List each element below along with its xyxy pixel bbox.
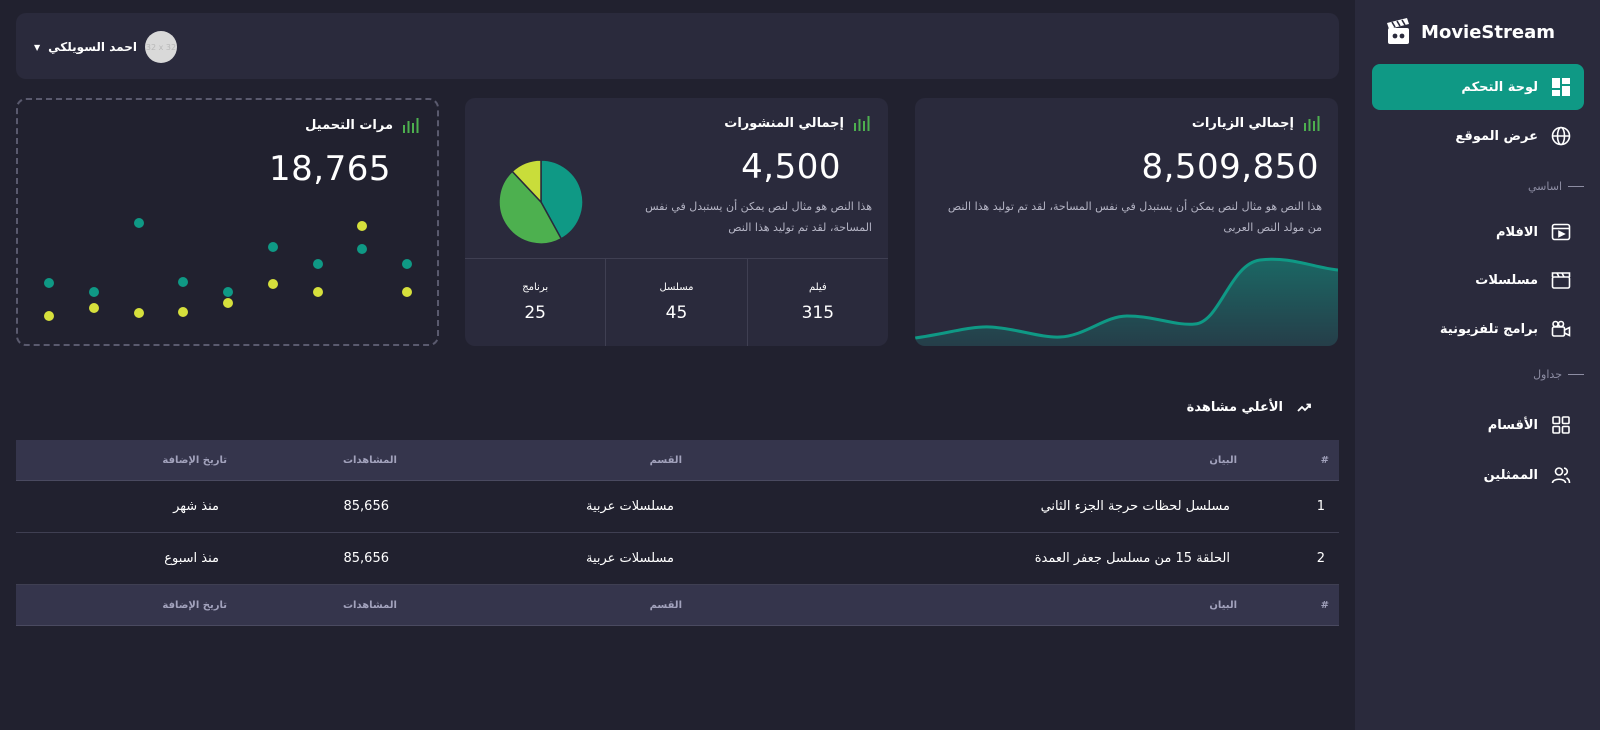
sidebar-section-tables: جداول <box>1533 368 1584 381</box>
row-index: 2 <box>1316 551 1325 566</box>
card-title-row: إجمالي الزيارات <box>1192 115 1320 131</box>
card-title-row: إجمالي المنشورات <box>724 115 870 131</box>
sidebar-item-label: الممثلين <box>1483 467 1538 483</box>
brand[interactable]: MovieStream <box>1385 14 1555 50</box>
column-header[interactable]: تاريخ الإضافة <box>162 455 227 466</box>
user-menu[interactable]: ▼ احمد السويلكي 32 x 32 <box>34 31 177 63</box>
clapperboard-icon <box>1550 269 1572 291</box>
stat-label: برنامج <box>522 282 549 293</box>
downloads-dumbbell-chart <box>44 218 412 321</box>
table-footer: # البيان القسم المشاهدات تاريخ الإضافة <box>16 585 1339 626</box>
section-label-text: جداول <box>1533 368 1562 381</box>
user-name: احمد السويلكي <box>48 40 137 54</box>
top-watched-table: # البيان القسم المشاهدات تاريخ الإضافة 1… <box>16 440 1339 626</box>
sidebar-item-dashboard[interactable]: لوحة التحكم <box>1372 64 1584 110</box>
card-title: إجمالي الزيارات <box>1191 115 1294 131</box>
dashboard-icon <box>1550 76 1572 98</box>
posts-card: إجمالي المنشورات 4,500 هذا النص هو مثال … <box>465 98 888 346</box>
caret-down-icon[interactable]: ▼ <box>34 43 40 52</box>
card-title: إجمالي المنشورات <box>724 115 844 131</box>
column-footer: البيان <box>1209 599 1237 611</box>
trending-up-icon <box>1297 403 1311 412</box>
bar-chart-icon <box>854 116 870 131</box>
sidebar-item-series[interactable]: مسلسلات <box>1372 257 1584 303</box>
visits-total: 8,509,850 <box>1141 147 1319 187</box>
stat-label: مسلسل <box>659 282 694 293</box>
row-views: 85,656 <box>343 551 390 566</box>
sidebar-item-label: عرض الموقع <box>1455 128 1538 144</box>
bar-chart-icon <box>1304 116 1320 131</box>
row-date: منذ شهر <box>173 499 219 514</box>
clapperboard-logo-icon <box>1387 18 1410 44</box>
sidebar-section-basic: اساسي <box>1528 180 1584 193</box>
sidebar-item-actors[interactable]: الممثلين <box>1372 452 1584 498</box>
row-title: الحلقة 15 من مسلسل جعفر العمدة <box>1034 551 1230 566</box>
column-footer: # <box>1320 599 1329 611</box>
stat-programs: برنامج 25 <box>465 259 605 346</box>
video-camera-icon <box>1550 318 1572 340</box>
column-footer: المشاهدات <box>342 599 397 611</box>
column-header[interactable]: المشاهدات <box>343 455 397 466</box>
column-header[interactable]: البيان <box>1209 455 1237 466</box>
grid-icon <box>1550 414 1572 436</box>
visits-area-chart <box>915 257 1338 346</box>
column-footer: تاريخ الإضافة <box>162 599 227 611</box>
stat-value: 25 <box>524 303 546 323</box>
table-row[interactable]: 1 مسلسل لحظات حرجة الجزء الثاني مسلسلات … <box>16 481 1339 533</box>
stat-series: مسلسل 45 <box>605 259 746 346</box>
users-icon <box>1550 464 1572 486</box>
row-index: 1 <box>1316 499 1325 514</box>
downloads-card: مرات التحميل 18,765 <box>16 98 439 346</box>
card-description: هذا النص هو مثال لنص يمكن أن يستبدل في ن… <box>947 200 1322 234</box>
row-category: مسلسلات عربية <box>585 499 674 514</box>
film-icon <box>1550 221 1572 243</box>
visits-card: إجمالي الزيارات 8,509,850 هذا النص هو مث… <box>915 98 1338 346</box>
sidebar-item-tv-programs[interactable]: برامج تلفزيونية <box>1372 306 1584 352</box>
avatar[interactable]: 32 x 32 <box>144 31 177 63</box>
column-header[interactable]: # <box>1321 455 1329 466</box>
topbar: ▼ احمد السويلكي 32 x 32 <box>16 13 1339 79</box>
row-date: منذ اسبوع <box>164 551 219 566</box>
sidebar-item-label: مسلسلات <box>1475 272 1538 288</box>
table-row[interactable]: 2 الحلقة 15 من مسلسل جعفر العمدة مسلسلات… <box>16 533 1339 585</box>
posts-total: 4,500 <box>741 147 841 187</box>
column-footer: القسم <box>649 599 682 611</box>
section-title: الأعلي مشاهدة <box>1186 400 1283 415</box>
brand-name: MovieStream <box>1421 21 1555 43</box>
divider <box>1568 186 1584 187</box>
sidebar-item-movies[interactable]: الافلام <box>1372 209 1584 255</box>
sidebar-item-label: الافلام <box>1495 224 1538 240</box>
column-header[interactable]: القسم <box>650 455 682 466</box>
row-category: مسلسلات عربية <box>585 551 674 566</box>
stat-value: 45 <box>665 303 688 323</box>
sidebar: MovieStream لوحة التحكم عرض الموقع اساسي… <box>1355 0 1600 730</box>
row-title: مسلسل لحظات حرجة الجزء الثاني <box>1040 499 1230 514</box>
globe-icon <box>1550 125 1572 147</box>
stat-movies: فيلم 315 <box>746 259 888 346</box>
sidebar-item-label: الأقسام <box>1487 417 1538 433</box>
card-description: هذا النص هو مثال لنص يمكن أن يستبدل في ن… <box>645 200 872 234</box>
posts-pie-chart <box>498 159 584 245</box>
table-header: # البيان القسم المشاهدات تاريخ الإضافة <box>16 440 1339 481</box>
sidebar-item-label: برامج تلفزيونية <box>1439 321 1538 337</box>
stat-value: 315 <box>801 303 835 323</box>
top-watched-header: الأعلي مشاهدة <box>1187 400 1311 415</box>
sidebar-item-categories[interactable]: الأقسام <box>1372 402 1584 448</box>
divider <box>1568 374 1584 375</box>
sidebar-item-view-site[interactable]: عرض الموقع <box>1372 113 1584 159</box>
sidebar-item-label: لوحة التحكم <box>1461 79 1538 95</box>
posts-stats: برنامج 25 مسلسل 45 فيلم 315 <box>465 258 888 346</box>
row-views: 85,656 <box>343 499 390 514</box>
stat-label: فيلم <box>808 282 827 293</box>
section-label-text: اساسي <box>1527 180 1562 193</box>
